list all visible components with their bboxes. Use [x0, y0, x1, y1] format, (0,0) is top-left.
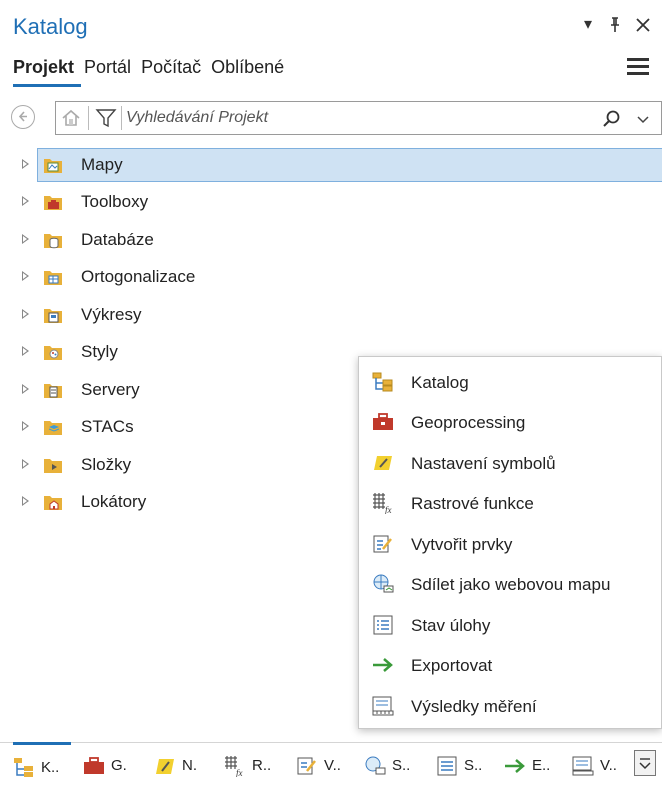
layouts-folder-icon — [44, 309, 62, 323]
tab-projekt[interactable]: Projekt — [13, 57, 74, 78]
menu-item-rastrove-funkce[interactable]: fx Rastrové funkce — [359, 483, 661, 523]
tree-item-databaze[interactable]: Databáze — [16, 223, 652, 257]
catalog-icon — [372, 372, 393, 392]
tree-item-mapy[interactable]: Mapy — [16, 148, 662, 182]
bottom-tab-katalog[interactable]: K.. — [13, 742, 71, 785]
export-arrow-icon — [505, 759, 525, 773]
bottom-tab-vysledky[interactable]: V.. — [572, 743, 630, 783]
maps-folder-icon — [44, 159, 62, 173]
home-icon[interactable] — [58, 105, 84, 131]
job-status-icon — [373, 615, 393, 635]
share-web-map-icon — [365, 756, 386, 775]
menu-item-exportovat[interactable]: Exportovat — [359, 645, 661, 685]
menu-item-nastaveni-symbolu[interactable]: Nastavení symbolů — [359, 443, 661, 483]
active-tab-underline — [13, 84, 81, 87]
menu-item-sdilet-webovou-mapu[interactable]: Sdílet jako webovou mapu — [359, 564, 661, 604]
toolbox-icon — [84, 757, 104, 774]
menu-item-katalog[interactable]: Katalog — [359, 362, 661, 402]
raster-functions-icon: fx — [373, 493, 392, 514]
bottom-tab-exportovat[interactable]: E.. — [504, 743, 562, 783]
symbology-icon — [374, 456, 392, 470]
bottom-tab-stav-ulohy[interactable]: S.. — [436, 743, 494, 783]
catalog-tabs: Projekt Portál Počítač Oblíbené — [13, 57, 294, 78]
folders-folder-icon — [44, 459, 62, 473]
database-folder-icon — [44, 234, 62, 249]
panel-options-icon[interactable]: ▾ — [584, 14, 592, 34]
catalog-icon — [14, 758, 33, 777]
panel-title: Katalog — [13, 14, 88, 39]
expand-icon[interactable] — [22, 234, 29, 244]
menu-item-geoprocessing[interactable]: Geoprocessing — [359, 402, 661, 442]
search-input[interactable] — [126, 102, 586, 134]
create-features-icon — [373, 535, 392, 553]
toolbox-folder-icon — [44, 196, 62, 210]
menu-item-stav-ulohy[interactable]: Stav úlohy — [359, 605, 661, 645]
expand-icon[interactable] — [22, 496, 29, 506]
expand-icon[interactable] — [22, 159, 29, 169]
symbology-icon — [156, 759, 174, 774]
toolbox-icon — [373, 413, 393, 430]
bottom-tab-rastrove-funkce[interactable]: fx R.. — [224, 743, 286, 783]
raster-functions-icon: fx — [225, 756, 243, 777]
menu-item-vysledky-mereni[interactable]: Výsledky měření — [359, 686, 661, 726]
panels-overflow-menu: Katalog Geoprocessing Nastavení symbolů … — [358, 356, 662, 729]
expand-icon[interactable] — [22, 421, 29, 431]
styles-folder-icon — [44, 346, 62, 360]
job-status-icon — [437, 756, 457, 776]
svg-text:fx: fx — [385, 505, 392, 514]
share-web-map-icon — [373, 574, 394, 593]
bottom-tab-geoprocessing[interactable]: G. — [83, 743, 143, 783]
search-box — [55, 101, 662, 135]
bottom-tab-vytvorit-prvky[interactable]: V.. — [296, 743, 354, 783]
bottom-tab-symbologie[interactable]: N. — [154, 743, 212, 783]
filter-icon[interactable] — [94, 106, 118, 130]
locators-folder-icon — [44, 496, 62, 510]
bottom-pane-tabs: K.. G. N. fx R.. V.. S.. S.. E.. V.. — [0, 742, 662, 783]
svg-text:fx: fx — [236, 768, 243, 777]
tree-item-vykresy[interactable]: Výkresy — [16, 298, 652, 332]
hamburger-menu-icon[interactable] — [627, 58, 649, 79]
tab-oblibene[interactable]: Oblíbené — [211, 57, 284, 78]
expand-icon[interactable] — [22, 309, 29, 319]
expand-icon[interactable] — [22, 384, 29, 394]
overflow-dropdown-button[interactable] — [634, 750, 656, 776]
measurement-results-icon — [572, 756, 594, 776]
tree-item-toolboxy[interactable]: Toolboxy — [16, 185, 652, 219]
create-features-icon — [297, 757, 316, 775]
expand-icon[interactable] — [22, 346, 29, 356]
servers-folder-icon — [44, 384, 62, 398]
bottom-tab-sdilet[interactable]: S.. — [364, 743, 424, 783]
search-icon[interactable] — [601, 108, 623, 130]
chevron-down-icon[interactable] — [634, 110, 652, 128]
tab-portal[interactable]: Portál — [84, 57, 131, 78]
catalog-toolbar — [11, 101, 662, 135]
expand-icon[interactable] — [22, 271, 29, 281]
back-icon[interactable] — [11, 105, 35, 129]
expand-icon[interactable] — [22, 196, 29, 206]
export-arrow-icon — [373, 658, 393, 672]
tab-pocitac[interactable]: Počítač — [141, 57, 201, 78]
menu-item-vytvorit-prvky[interactable]: Vytvořit prvky — [359, 524, 661, 564]
tree-item-ortogonalizace[interactable]: Ortogonalizace — [16, 260, 652, 294]
expand-icon[interactable] — [22, 459, 29, 469]
pin-icon[interactable] — [606, 16, 624, 34]
stacs-folder-icon — [44, 421, 62, 435]
ortho-folder-icon — [44, 271, 62, 285]
chevron-down-icon — [639, 758, 651, 770]
close-icon[interactable] — [634, 16, 652, 34]
measurement-results-icon — [372, 696, 394, 716]
